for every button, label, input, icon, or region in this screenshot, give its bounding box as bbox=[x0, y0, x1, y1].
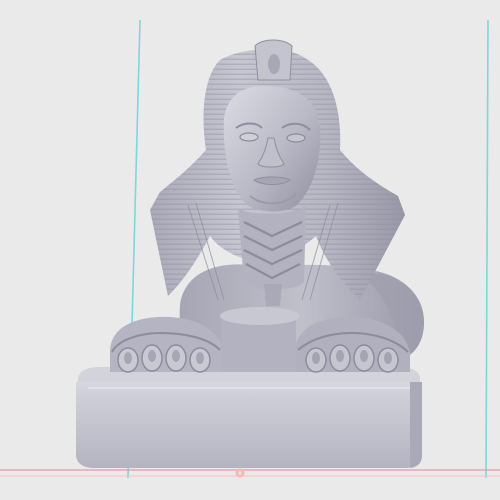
viewport-canvas[interactable] bbox=[0, 0, 500, 500]
sphinx-model[interactable] bbox=[76, 39, 425, 468]
chest-collar bbox=[220, 307, 300, 325]
sphinx-base bbox=[76, 382, 422, 468]
right-eye bbox=[286, 133, 306, 143]
build-volume-edge-right bbox=[485, 19, 489, 479]
beard-tip bbox=[264, 284, 282, 306]
origin-marker-icon bbox=[235, 468, 245, 478]
3d-viewport[interactable] bbox=[0, 0, 500, 500]
left-eye bbox=[239, 132, 259, 142]
sphinx-base-right-side bbox=[410, 382, 422, 468]
